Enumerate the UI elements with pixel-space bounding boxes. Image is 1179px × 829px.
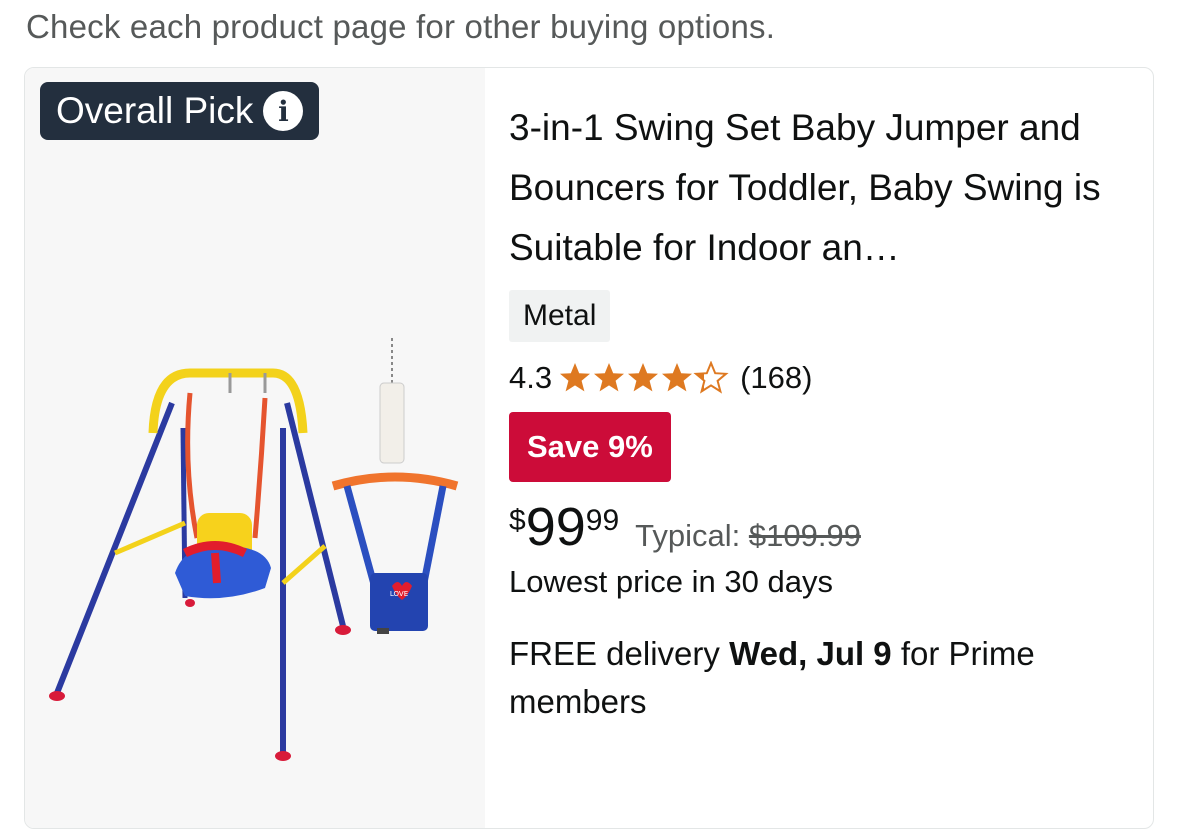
- swing-set-image: LOVE: [49, 338, 459, 761]
- rating-row[interactable]: 4.3 (168): [509, 358, 1143, 398]
- product-details: 3-in-1 Swing Set Baby Jumper and Bouncer…: [509, 68, 1143, 726]
- review-count[interactable]: (168): [740, 360, 812, 396]
- star-full-icon: [560, 363, 591, 392]
- typical-label: Typical:: [635, 518, 741, 553]
- price-currency: $: [509, 504, 526, 537]
- love-label: LOVE: [390, 590, 408, 598]
- badge-label: Overall Pick: [56, 90, 254, 131]
- delivery-date: Wed, Jul 9: [729, 635, 892, 672]
- delivery-prefix: FREE delivery: [509, 635, 730, 672]
- star-full-icon: [594, 363, 625, 392]
- typical-price-value: $109.99: [748, 518, 861, 553]
- product-image[interactable]: LOVE Overall Pick i: [25, 68, 485, 828]
- star-full-icon: [628, 363, 659, 392]
- product-title[interactable]: 3-in-1 Swing Set Baby Jumper and Bouncer…: [509, 98, 1139, 278]
- product-card[interactable]: LOVE Overall Pick i 3-in-1 Swing Set Bab…: [24, 67, 1154, 829]
- price: $ 99 99 Typical: $109.99: [509, 496, 1143, 558]
- lowest-price-note: Lowest price in 30 days: [509, 564, 833, 599]
- stars-icon: [560, 362, 728, 393]
- price-fraction: 99: [585, 504, 620, 537]
- save-badge: Save 9%: [509, 412, 671, 482]
- star-rating: [558, 361, 732, 395]
- rating-value: 4.3: [509, 360, 553, 395]
- buying-options-notice: Check each product page for other buying…: [26, 8, 776, 45]
- material-chip: Metal: [509, 290, 611, 342]
- delivery-info: FREE delivery Wed, Jul 9 for Prime membe…: [509, 630, 1143, 726]
- info-icon[interactable]: i: [263, 91, 304, 131]
- price-whole: 99: [525, 497, 586, 557]
- overall-pick-badge[interactable]: Overall Pick i: [40, 82, 320, 140]
- star-full-icon: [662, 363, 693, 392]
- typical-price: Typical: $109.99: [635, 518, 861, 554]
